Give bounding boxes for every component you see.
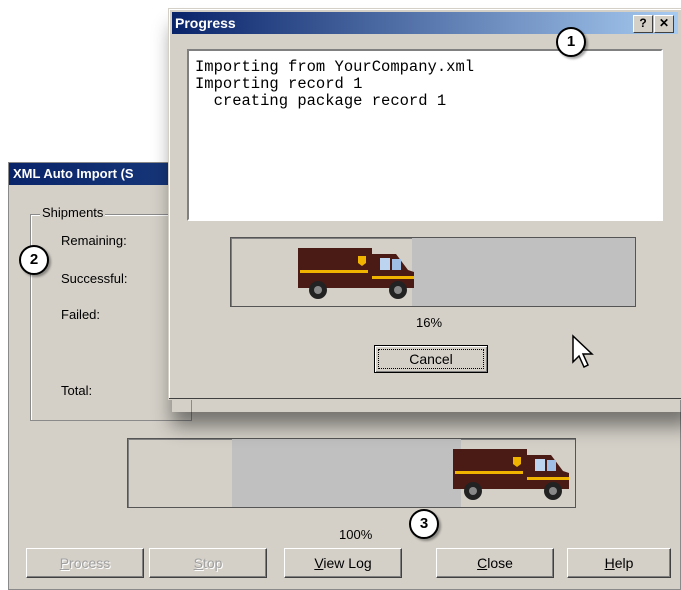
remaining-label: Remaining: (61, 233, 127, 248)
progress-log[interactable]: Importing from YourCompany.xml Importing… (187, 49, 663, 221)
failed-label: Failed: (61, 307, 101, 322)
shipments-group-title: Shipments (40, 205, 106, 220)
question-icon: ? (639, 16, 647, 30)
help-button[interactable]: Help (567, 548, 671, 578)
record-progress-bar (230, 237, 636, 307)
window-title: XML Auto Import (S (13, 166, 134, 181)
ups-truck-icon (297, 248, 414, 299)
ups-truck-icon (453, 449, 569, 500)
progress-window: Progress ? ✕ Importing from YourCompany.… (168, 8, 681, 400)
callout-2: 2 (19, 245, 49, 275)
successful-label: Successful: (61, 271, 128, 286)
close-title-button[interactable]: ✕ (654, 15, 674, 33)
close-icon: ✕ (658, 16, 670, 30)
record-progress-fill (411, 238, 635, 306)
record-progress-percent: 16% (416, 315, 443, 330)
import-progress-fill (232, 439, 461, 507)
close-button[interactable]: Close (436, 548, 554, 578)
import-progress-percent: 100% (339, 527, 373, 542)
process-button[interactable]: Process (26, 548, 144, 578)
log-line: creating package record 1 (195, 92, 447, 110)
total-label: Total: (61, 383, 93, 398)
callout-3: 3 (409, 509, 439, 539)
mouse-cursor-icon (572, 334, 594, 369)
progress-window-title: Progress (175, 15, 236, 31)
log-line: Importing record 1 (195, 75, 363, 93)
view-log-button[interactable]: View Log (284, 548, 402, 578)
help-title-button[interactable]: ? (633, 15, 653, 33)
cancel-button[interactable]: Cancel (374, 345, 488, 373)
import-progress-bar (127, 438, 576, 508)
log-line: Importing from YourCompany.xml (195, 58, 475, 76)
progress-title-bar[interactable]: Progress (172, 12, 678, 34)
stop-button[interactable]: Stop (149, 548, 267, 578)
callout-1: 1 (556, 27, 586, 57)
